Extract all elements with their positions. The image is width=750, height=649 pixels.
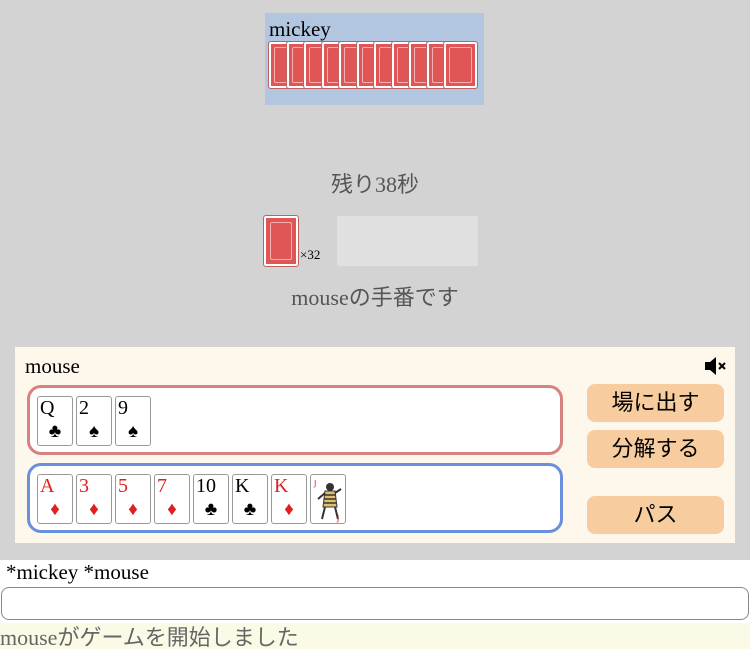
hand-card[interactable]: K ♣ bbox=[232, 474, 268, 524]
card-rank: A bbox=[40, 475, 55, 497]
hand-card[interactable]: K ♦ bbox=[271, 474, 307, 524]
play-field bbox=[337, 216, 478, 266]
card-suit-icon: ♠ bbox=[88, 421, 100, 442]
opponent-name: mickey bbox=[269, 17, 331, 41]
chat-area: *mickey *mouse mouseがゲームを開始しました bbox=[0, 560, 750, 649]
opponent-panel: mickey bbox=[265, 13, 484, 105]
turn-message: mouseの手番です bbox=[291, 285, 459, 310]
card-rank: K bbox=[274, 475, 289, 497]
card-suit-icon: ♦ bbox=[284, 499, 294, 520]
card-rank: 5 bbox=[118, 475, 128, 497]
hand-card[interactable]: 3 ♦ bbox=[76, 474, 112, 524]
log-message: mouseがゲームを開始しました bbox=[0, 623, 750, 649]
selected-card[interactable]: 9 ♠ bbox=[115, 396, 151, 446]
pass-button[interactable]: パス bbox=[587, 496, 724, 534]
joker-icon: JJ bbox=[313, 479, 342, 523]
player-panel: mouse Q ♣ 2 ♠ 9 ♠ A ♦ 3 ♦ 5 ♦ 7 ♦ 10 ♣ K ♣ K ♦ J J 場に出す 分解する… bbox=[15, 347, 735, 543]
player-name: mouse bbox=[25, 354, 80, 378]
opponent-card-back bbox=[443, 41, 478, 89]
card-suit-icon: ♣ bbox=[48, 421, 62, 442]
card-rank: 2 bbox=[79, 397, 89, 419]
play-cards-button[interactable]: 場に出す bbox=[587, 384, 724, 422]
speaker-mute-icon[interactable] bbox=[703, 355, 729, 377]
selected-card[interactable]: Q ♣ bbox=[37, 396, 73, 446]
card-rank: 3 bbox=[79, 475, 89, 497]
hand-card[interactable]: 7 ♦ bbox=[154, 474, 190, 524]
hand-card[interactable]: JJ bbox=[310, 474, 346, 524]
card-suit-icon: ♠ bbox=[127, 421, 139, 442]
deck-pile[interactable] bbox=[263, 215, 299, 267]
card-rank: K bbox=[235, 475, 250, 497]
card-rank: 10 bbox=[196, 475, 216, 497]
chat-input[interactable] bbox=[1, 587, 749, 620]
card-suit-icon: ♦ bbox=[89, 499, 99, 520]
card-rank: Q bbox=[40, 397, 55, 419]
svg-text:J: J bbox=[313, 479, 316, 488]
players-list: *mickey *mouse bbox=[6, 560, 149, 584]
card-suit-icon: ♦ bbox=[50, 499, 60, 520]
hand-card[interactable]: 10 ♣ bbox=[193, 474, 229, 524]
svg-text:J: J bbox=[336, 514, 339, 523]
split-button[interactable]: 分解する bbox=[587, 430, 724, 468]
card-suit-icon: ♣ bbox=[243, 499, 257, 520]
turn-timer: 残り38秒 bbox=[330, 172, 419, 197]
card-suit-icon: ♣ bbox=[204, 499, 218, 520]
card-rank: 7 bbox=[157, 475, 167, 497]
selected-cards-area[interactable]: Q ♣ 2 ♠ 9 ♠ bbox=[27, 385, 563, 455]
selected-card[interactable]: 2 ♠ bbox=[76, 396, 112, 446]
card-suit-icon: ♦ bbox=[167, 499, 177, 520]
hand-card[interactable]: A ♦ bbox=[37, 474, 73, 524]
card-suit-icon: ♦ bbox=[128, 499, 138, 520]
hand-cards-area[interactable]: A ♦ 3 ♦ 5 ♦ 7 ♦ 10 ♣ K ♣ K ♦ J J bbox=[27, 463, 563, 533]
card-rank: 9 bbox=[118, 397, 128, 419]
deck-count: ×32 bbox=[300, 247, 321, 262]
hand-card[interactable]: 5 ♦ bbox=[115, 474, 151, 524]
